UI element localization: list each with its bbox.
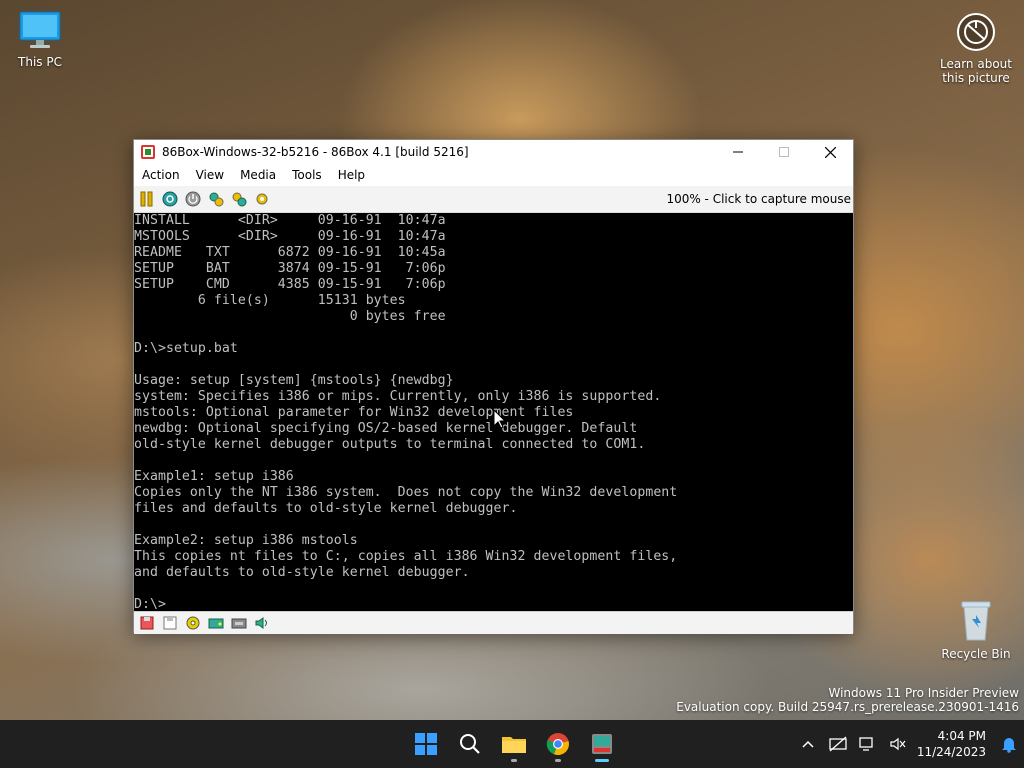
cdrom-icon[interactable] — [183, 614, 203, 632]
pause-button[interactable] — [137, 189, 157, 209]
recycle-bin-label: Recycle Bin — [941, 647, 1011, 661]
monitor-icon — [19, 11, 61, 48]
maximize-button[interactable] — [761, 140, 807, 164]
chrome-button[interactable] — [536, 724, 580, 764]
mouse-cursor-icon — [494, 410, 506, 429]
menu-bar: Action View Media Tools Help — [134, 164, 853, 186]
bell-icon — [1002, 738, 1016, 753]
menu-help[interactable]: Help — [330, 164, 373, 186]
folder-icon — [502, 737, 526, 753]
window-titlebar[interactable]: 86Box-Windows-32-b5216 - 86Box 4.1 [buil… — [134, 140, 853, 164]
hard-disk-icon[interactable] — [206, 614, 226, 632]
power-button[interactable] — [183, 189, 203, 209]
gears-icon — [256, 193, 268, 205]
clock-date: 11/24/2023 — [916, 745, 986, 759]
chrome-icon — [546, 733, 569, 756]
86box-taskbar-button[interactable] — [580, 724, 624, 764]
show-hidden-icons-button[interactable] — [793, 724, 823, 764]
sound-icon[interactable] — [252, 614, 272, 632]
learn-about-picture-icon[interactable]: Learn about this picture — [940, 12, 1012, 85]
86box-app-icon — [592, 734, 612, 754]
start-button[interactable] — [404, 724, 448, 764]
this-pc-label: This PC — [18, 55, 62, 69]
close-icon — [824, 146, 836, 158]
floppy-drive-2-icon[interactable] — [160, 614, 180, 632]
minimize-button[interactable] — [715, 140, 761, 164]
settings-button-1[interactable] — [206, 189, 226, 209]
gears-icon — [209, 192, 224, 207]
maximize-icon — [779, 147, 789, 157]
menu-action[interactable]: Action — [134, 164, 188, 186]
watermark-line-1: Windows 11 Pro Insider Preview — [828, 686, 1019, 700]
menu-tools[interactable]: Tools — [284, 164, 330, 186]
settings-button-2[interactable] — [229, 189, 249, 209]
floppy-drive-icon[interactable] — [137, 614, 157, 632]
file-explorer-button[interactable] — [492, 724, 536, 764]
volume-muted-icon — [890, 737, 906, 751]
settings-button-3[interactable] — [252, 189, 272, 209]
taskbar: 4:04 PM 11/24/2023 — [0, 720, 1024, 768]
gears-icon — [232, 192, 247, 207]
toolbar: 100% - Click to capture mouse — [134, 186, 853, 213]
menu-media[interactable]: Media — [232, 164, 284, 186]
capture-status-text[interactable]: 100% - Click to capture mouse — [666, 192, 851, 206]
power-icon — [185, 191, 201, 207]
reset-icon — [162, 191, 178, 207]
system-tray: 4:04 PM 11/24/2023 — [793, 720, 1024, 768]
camera-info-icon — [957, 13, 995, 51]
network-icon[interactable] — [229, 614, 249, 632]
clock[interactable]: 4:04 PM 11/24/2023 — [913, 728, 994, 760]
quick-settings-button[interactable] — [853, 724, 883, 764]
search-icon — [460, 734, 480, 754]
close-button[interactable] — [807, 140, 853, 164]
86box-app-icon — [141, 145, 155, 159]
minimize-icon — [733, 151, 743, 153]
evaluation-watermark: Windows 11 Pro Insider Preview Evaluatio… — [676, 686, 1019, 714]
search-button[interactable] — [448, 724, 492, 764]
emulator-window: 86Box-Windows-32-b5216 - 86Box 4.1 [buil… — [133, 139, 854, 634]
ctrl-alt-del-button[interactable] — [160, 189, 180, 209]
watermark-line-2: Evaluation copy. Build 25947.rs_prerelea… — [676, 700, 1019, 714]
chevron-up-icon — [802, 740, 814, 748]
window-title: 86Box-Windows-32-b5216 - 86Box 4.1 [buil… — [162, 145, 469, 159]
learn-about-picture-label: Learn about this picture — [940, 57, 1012, 85]
notifications-button[interactable] — [994, 724, 1024, 764]
display-icon — [859, 737, 873, 751]
network-disconnected-icon — [829, 736, 847, 752]
menu-view[interactable]: View — [188, 164, 232, 186]
windows-logo-icon — [415, 733, 437, 755]
pause-icon — [140, 191, 153, 207]
recycle-bin-desktop-icon[interactable]: Recycle Bin — [940, 598, 1012, 661]
network-status-button[interactable] — [823, 724, 853, 764]
volume-button[interactable] — [883, 724, 913, 764]
clock-time: 4:04 PM — [937, 729, 986, 743]
status-bar — [134, 611, 853, 634]
this-pc-desktop-icon[interactable]: This PC — [12, 10, 68, 69]
taskbar-apps — [404, 720, 624, 768]
recycle-bin-icon — [961, 601, 991, 641]
